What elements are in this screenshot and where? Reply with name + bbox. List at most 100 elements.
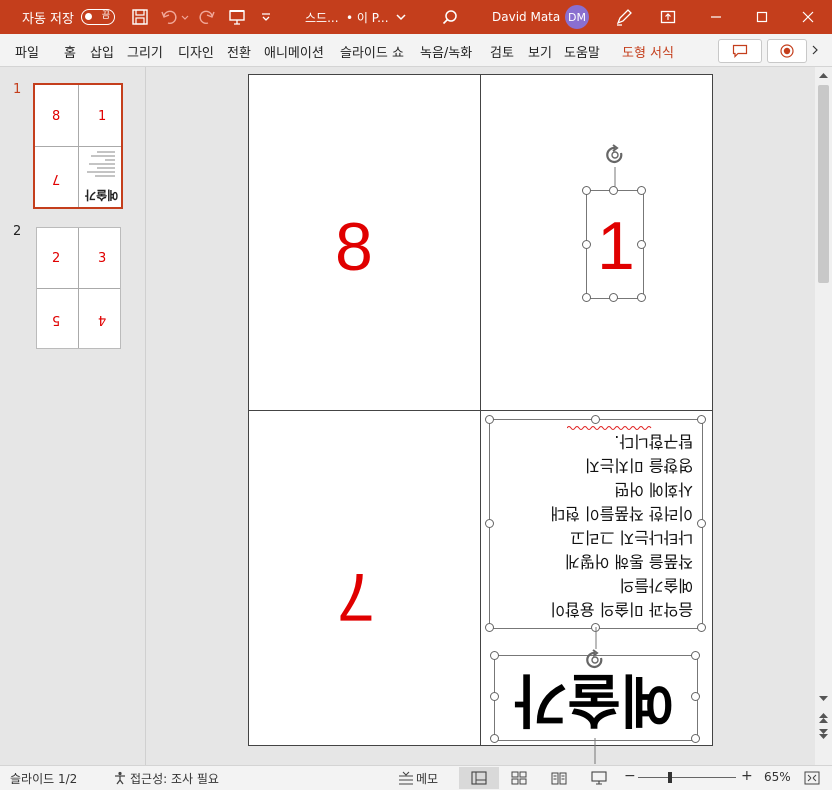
- body-line: 사회에 어떤: [614, 480, 693, 499]
- fit-slide-icon[interactable]: [804, 771, 820, 785]
- scroll-thumb[interactable]: [818, 85, 829, 283]
- save-icon[interactable]: [131, 0, 149, 34]
- minimize-icon[interactable]: [710, 0, 722, 34]
- resize-handle[interactable]: [697, 623, 706, 632]
- tab-draw[interactable]: 그리기: [127, 42, 163, 61]
- autosave-label: 자동 저장: [22, 11, 74, 27]
- page-number-8[interactable]: 8: [335, 213, 373, 281]
- notes-icon[interactable]: [398, 771, 414, 785]
- customize-toolbar-icon[interactable]: [260, 0, 272, 34]
- slide-sorter-icon[interactable]: [511, 771, 527, 785]
- page-number-7[interactable]: 7: [337, 559, 375, 635]
- tab-slideshow[interactable]: 슬라이드 쇼: [340, 42, 404, 61]
- thumb-label: 3: [98, 251, 107, 266]
- zoom-slider[interactable]: [638, 777, 736, 778]
- rotate-handle-icon[interactable]: [604, 144, 626, 190]
- normal-view-button[interactable]: [459, 767, 499, 789]
- resize-handle[interactable]: [591, 415, 600, 424]
- ribbon-display-icon[interactable]: [660, 0, 676, 34]
- title-bar: 자동 저장 끔 스드... • 이 P... David Mata DM: [0, 0, 832, 34]
- reading-view-icon[interactable]: [551, 771, 567, 785]
- divider: [249, 410, 712, 411]
- slide-thumbnail-1[interactable]: 8 1 7 예술가: [33, 83, 123, 209]
- resize-handle[interactable]: [637, 186, 646, 195]
- resize-handle[interactable]: [485, 623, 494, 632]
- resize-handle[interactable]: [582, 240, 591, 249]
- resize-handle[interactable]: [637, 293, 646, 302]
- comments-button[interactable]: [718, 39, 762, 63]
- resize-handle[interactable]: [582, 293, 591, 302]
- slide-number: 1: [13, 82, 22, 97]
- rotate-handle-icon[interactable]: [584, 649, 606, 671]
- avatar[interactable]: DM: [565, 5, 589, 29]
- resize-handle[interactable]: [485, 415, 494, 424]
- tab-record[interactable]: 녹음/녹화: [420, 42, 472, 61]
- resize-handle[interactable]: [485, 519, 494, 528]
- page-number-1[interactable]: 1: [597, 212, 635, 280]
- undo-icon[interactable]: [160, 0, 190, 34]
- normal-view-icon: [471, 771, 487, 785]
- tab-shape-format[interactable]: 도형 서식: [622, 42, 674, 61]
- tab-animations[interactable]: 애니메이션: [264, 42, 324, 61]
- body-line: 영향을 미치는지: [584, 456, 693, 475]
- resize-handle[interactable]: [582, 186, 591, 195]
- resize-handle[interactable]: [490, 734, 499, 743]
- ribbon-scroll-right[interactable]: [808, 39, 822, 61]
- tab-design[interactable]: 디자인: [178, 42, 214, 61]
- autosave-toggle[interactable]: 끔: [81, 9, 115, 25]
- ribbon-tabs: 파일 홈 삽입 그리기 디자인 전환 애니메이션 슬라이드 쇼 녹음/녹화 검토…: [0, 34, 832, 67]
- chevron-down-icon[interactable]: [396, 0, 406, 34]
- file-location[interactable]: • 이 P...: [346, 0, 389, 34]
- accessibility-icon[interactable]: [113, 771, 127, 785]
- tab-review[interactable]: 검토: [490, 42, 514, 61]
- search-icon[interactable]: [442, 0, 458, 34]
- resize-handle[interactable]: [490, 651, 499, 660]
- body-text[interactable]: 음악과 미술의 융합이 예술가들의 작품을 통해 어떻게 나타나는지 그리고 이…: [515, 421, 699, 621]
- vertical-scrollbar[interactable]: [815, 67, 832, 765]
- maximize-icon[interactable]: [756, 0, 768, 34]
- notes-button[interactable]: 메모: [416, 770, 438, 787]
- thumb-label: 5: [52, 312, 61, 327]
- tab-file[interactable]: 파일: [15, 42, 39, 61]
- pen-icon[interactable]: [614, 0, 634, 34]
- file-name[interactable]: 스드...: [305, 0, 339, 34]
- slide-title[interactable]: 예술가: [499, 665, 689, 735]
- resize-handle[interactable]: [697, 415, 706, 424]
- resize-handle[interactable]: [609, 186, 618, 195]
- resize-handle[interactable]: [697, 519, 706, 528]
- resize-handle[interactable]: [609, 293, 618, 302]
- resize-handle[interactable]: [490, 692, 499, 701]
- zoom-out-button[interactable]: −: [624, 768, 636, 784]
- previous-slide-icon: [819, 713, 828, 723]
- scroll-down-icon: [819, 696, 828, 701]
- slides-panel: 1 8 1 7 예술가 2 2 3 5 4: [0, 67, 146, 765]
- slide-thumbnail-2[interactable]: 2 3 5 4: [36, 227, 121, 349]
- resize-handle[interactable]: [691, 692, 700, 701]
- resize-handle[interactable]: [691, 651, 700, 660]
- tab-view[interactable]: 보기: [528, 42, 552, 61]
- zoom-level[interactable]: 65%: [764, 770, 791, 784]
- body-line: 음악과 미술의 융합이: [550, 600, 693, 619]
- redo-icon[interactable]: [198, 0, 216, 34]
- thumb-title: 예술가: [85, 188, 119, 202]
- user-name[interactable]: David Mata: [492, 0, 560, 34]
- close-icon[interactable]: [802, 0, 814, 34]
- body-line: 작품을 통해 어떻게: [565, 552, 693, 571]
- resize-handle[interactable]: [637, 240, 646, 249]
- zoom-in-button[interactable]: +: [741, 768, 753, 784]
- record-button[interactable]: [767, 39, 807, 63]
- resize-handle[interactable]: [691, 734, 700, 743]
- presentation-icon[interactable]: [228, 0, 246, 34]
- thumb-label: 8: [52, 109, 61, 124]
- slideshow-icon[interactable]: [591, 771, 607, 785]
- tab-home[interactable]: 홈: [64, 42, 76, 61]
- accessibility-status[interactable]: 접근성: 조사 필요: [130, 770, 219, 787]
- tab-transitions[interactable]: 전환: [227, 42, 251, 61]
- comment-icon: [732, 44, 748, 58]
- thumb-label: 4: [98, 312, 107, 327]
- thumb-label: 7: [52, 171, 61, 186]
- tab-insert[interactable]: 삽입: [90, 42, 114, 61]
- slide-1[interactable]: 8 1 7 음악과 미술의 융합이 예술가들의 작품을 통해 어떻게 나타나는지…: [248, 74, 713, 746]
- tab-help[interactable]: 도움말: [564, 42, 600, 61]
- zoom-slider-thumb[interactable]: [668, 772, 672, 783]
